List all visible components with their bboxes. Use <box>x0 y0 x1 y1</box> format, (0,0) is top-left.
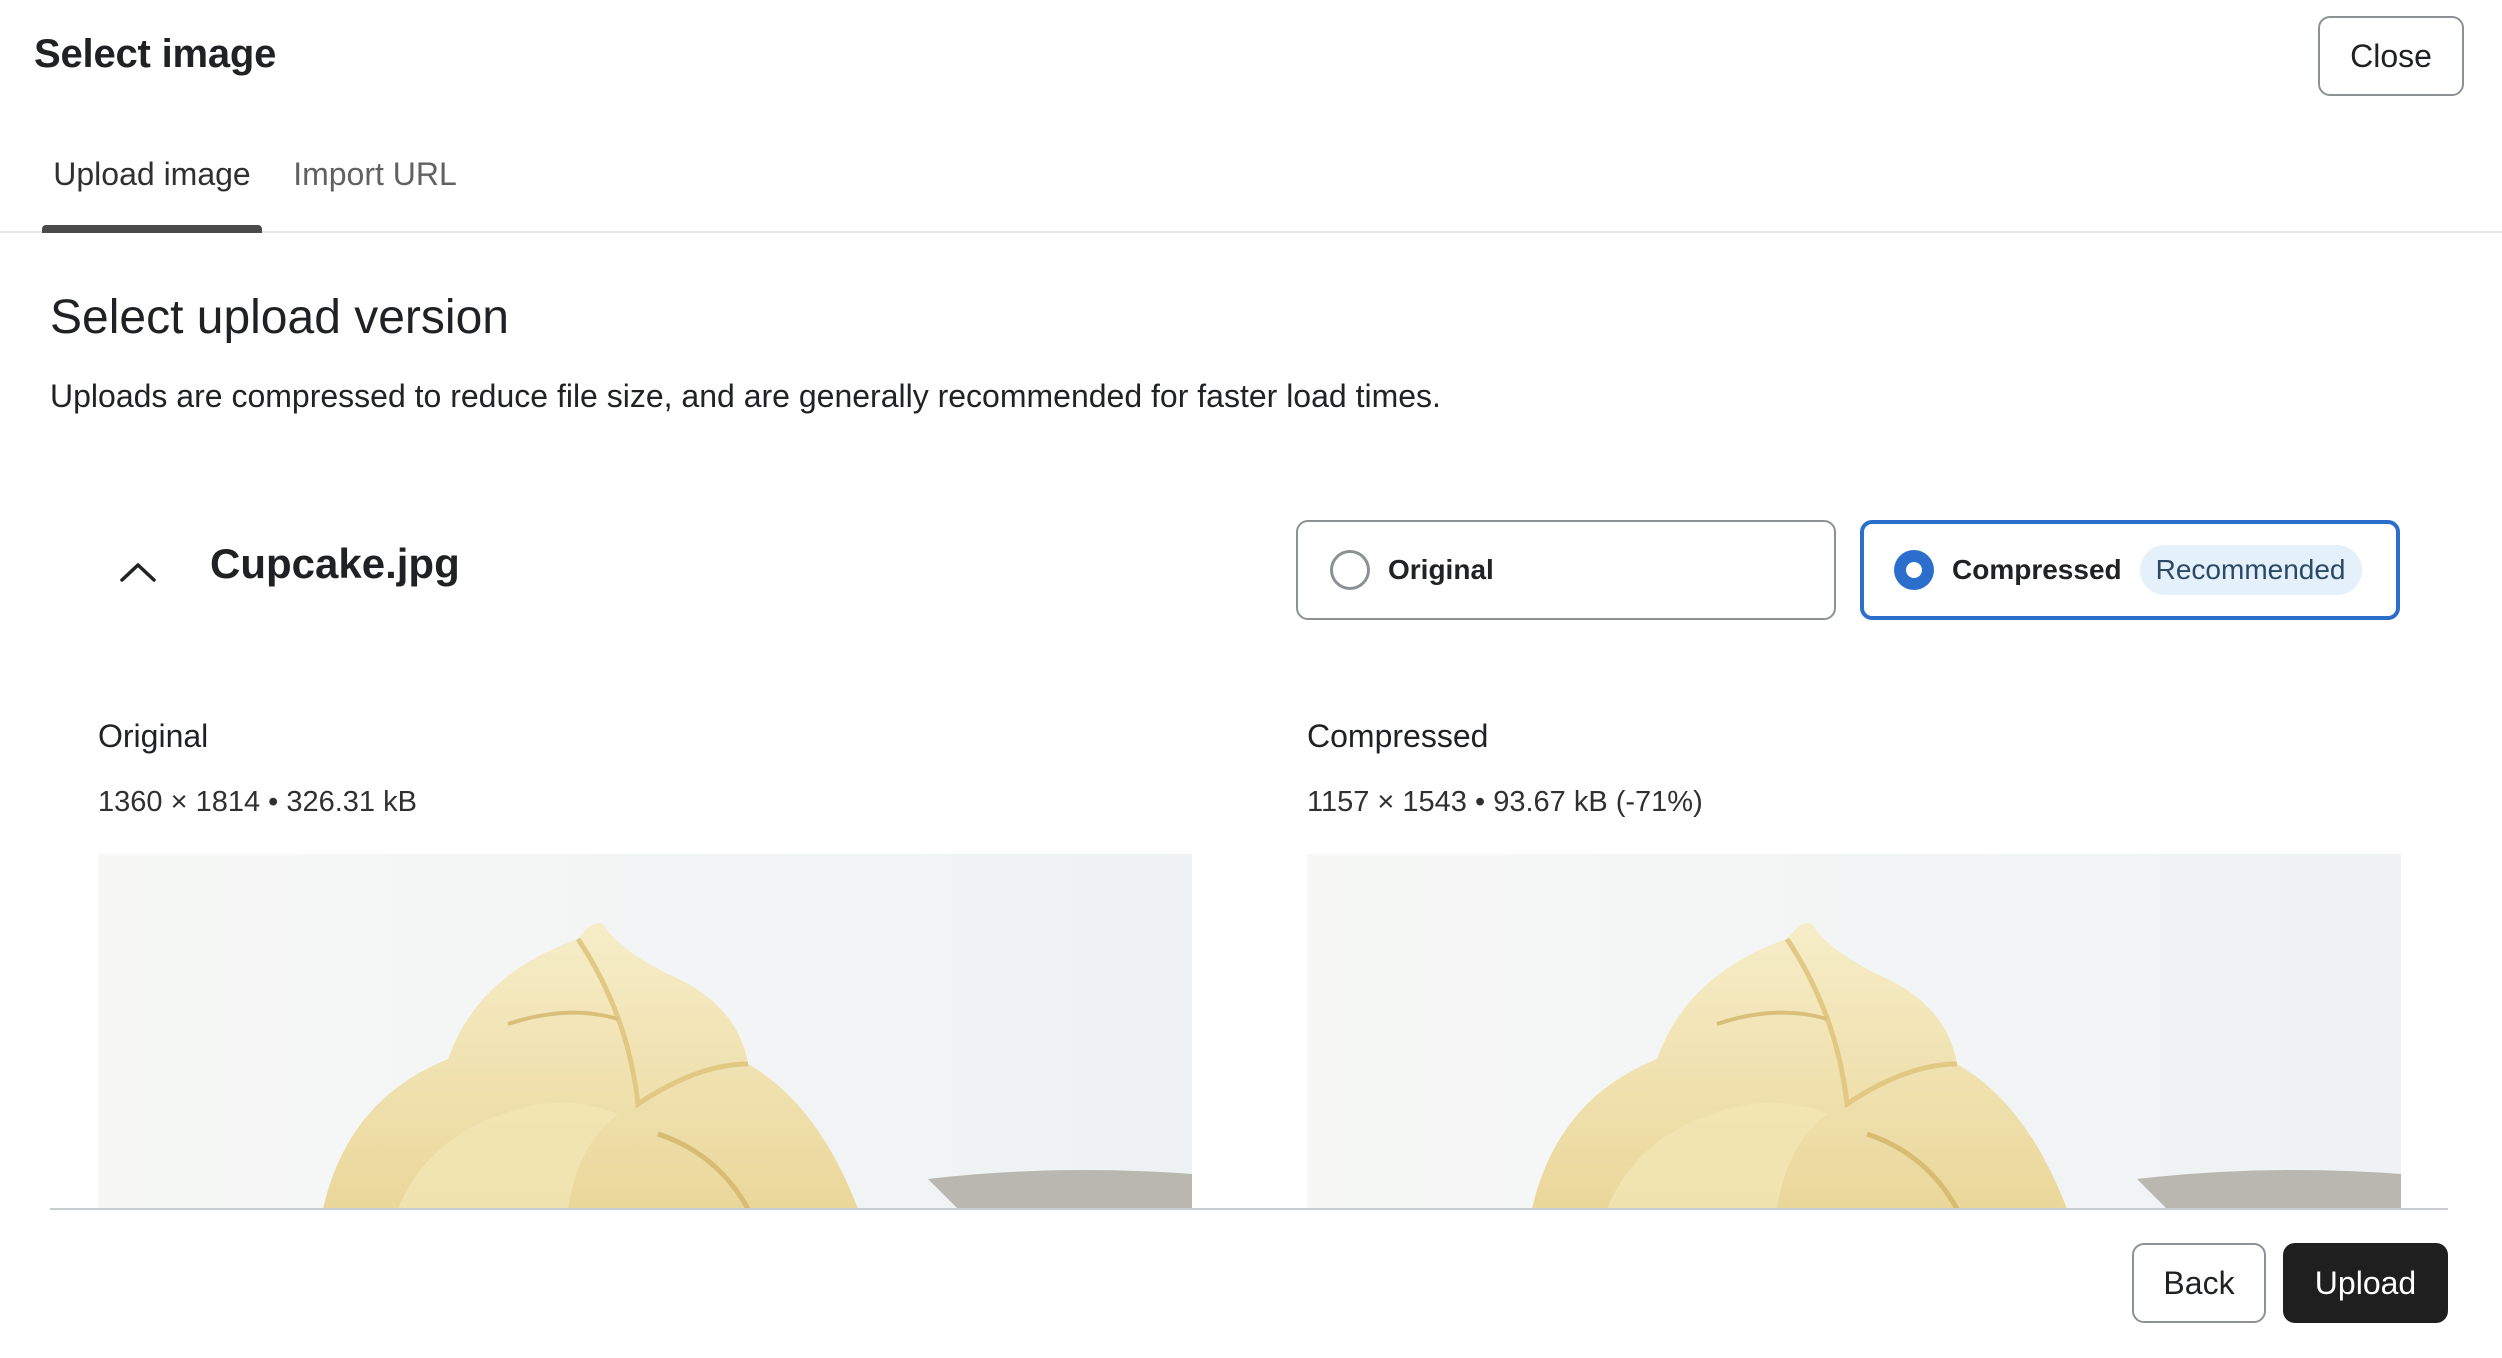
modal-title: Select image <box>34 32 277 76</box>
option-compressed[interactable]: Compressed Recommended <box>1860 520 2400 620</box>
preview-meta: 1360 × 1814 • 326.31 kB <box>98 786 417 818</box>
section-title: Select upload version <box>50 291 509 344</box>
tab-bar: Upload image Import URL <box>0 115 2502 233</box>
option-compressed-label: Compressed <box>1952 554 2122 585</box>
preview-label: Compressed <box>1307 718 1489 754</box>
preview-original: Original 1360 × 1814 • 326.31 kB <box>98 718 1192 1209</box>
radio-unselected-icon[interactable] <box>1330 550 1370 590</box>
tab-import-url[interactable]: Import URL <box>285 115 465 233</box>
preview-compressed: Compressed 1157 × 1543 • 93.67 kB (-71%) <box>1307 718 2401 1209</box>
recommended-badge: Recommended <box>2139 545 2362 595</box>
preview-image <box>98 854 1192 1209</box>
file-row: Cupcake.jpg Original Compressed Recommen… <box>0 520 2502 624</box>
active-tab-indicator <box>42 225 262 233</box>
tab-upload-image[interactable]: Upload image <box>42 115 262 233</box>
select-image-modal: Select image Close Upload image Import U… <box>0 0 2502 1358</box>
chevron-up-icon[interactable] <box>112 546 164 598</box>
back-button[interactable]: Back <box>2132 1243 2266 1323</box>
footer-divider <box>50 1208 2448 1210</box>
modal-header: Select image Close <box>0 0 2502 115</box>
radio-selected-icon[interactable] <box>1894 550 1934 590</box>
close-button[interactable]: Close <box>2318 16 2464 96</box>
preview-image <box>1307 854 2401 1209</box>
section-description: Uploads are compressed to reduce file si… <box>50 378 1441 414</box>
upload-button[interactable]: Upload <box>2283 1243 2448 1323</box>
file-name: Cupcake.jpg <box>210 540 460 587</box>
preview-meta: 1157 × 1543 • 93.67 kB (-71%) <box>1307 786 1703 818</box>
option-original[interactable]: Original <box>1296 520 1836 620</box>
option-original-label: Original <box>1388 554 1494 585</box>
preview-label: Original <box>98 718 209 754</box>
